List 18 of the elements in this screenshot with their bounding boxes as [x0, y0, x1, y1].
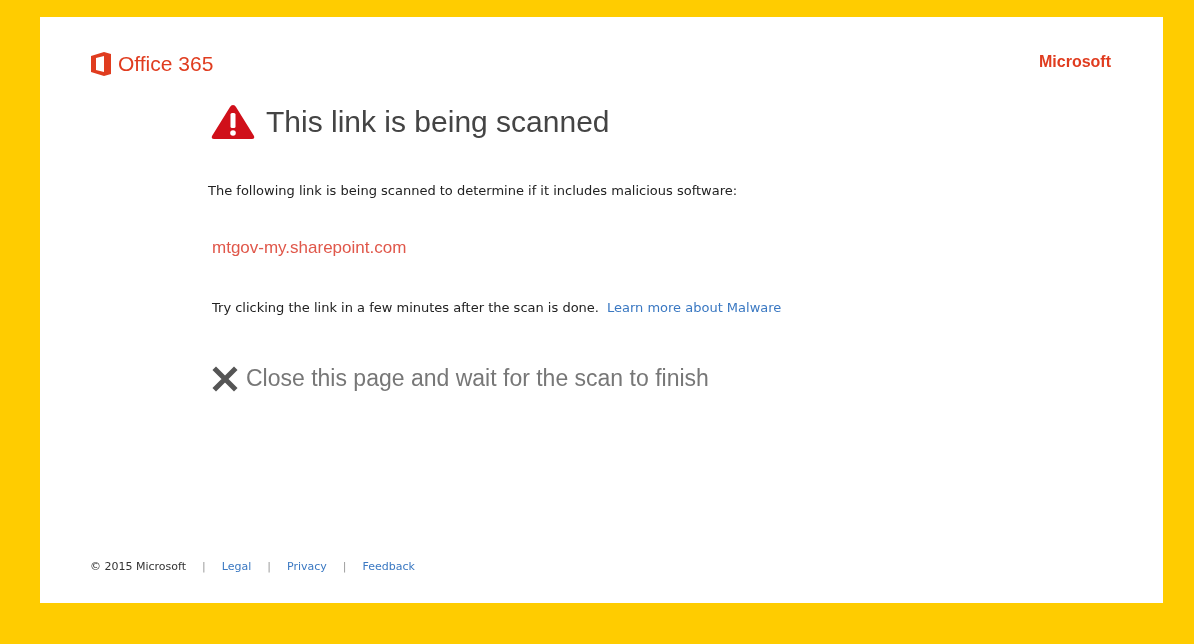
scanned-url: mtgov-my.sharepoint.com — [212, 238, 408, 258]
footer-separator: | — [202, 560, 206, 573]
page-title: This link is being scanned — [266, 105, 610, 139]
copyright-text: © 2015 Microsoft — [90, 560, 187, 573]
learn-more-link[interactable]: Learn more about Malware — [606, 300, 782, 315]
close-icon[interactable] — [212, 365, 238, 392]
footer-link[interactable]: Feedback — [362, 560, 415, 573]
warning-icon — [210, 103, 256, 141]
hint-text: Try clicking the link in a few minutes after the scan is done. — [212, 300, 599, 315]
footer-link[interactable]: Privacy — [286, 560, 327, 573]
brand-name: Microsoft — [1039, 53, 1111, 71]
close-page-link[interactable]: Close this page and wait for the scan to finish — [246, 365, 709, 392]
intro-text: The following link is being scanned to determine if it includes malicious software: — [208, 183, 739, 198]
footer-link[interactable]: Legal — [221, 560, 252, 573]
footer-separator: | — [267, 560, 271, 573]
office-logo-icon — [90, 51, 112, 77]
footer-separator: | — [342, 560, 347, 573]
product-name: Office 365 — [118, 52, 214, 76]
